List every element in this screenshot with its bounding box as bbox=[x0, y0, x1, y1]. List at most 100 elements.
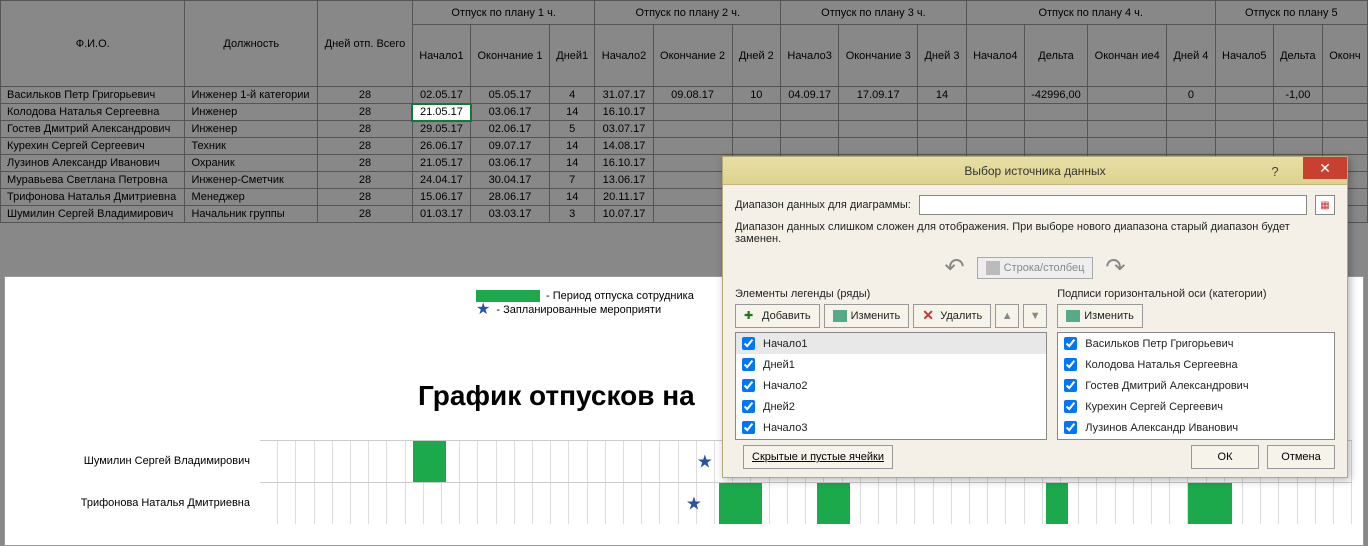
cell[interactable]: Менеджер bbox=[185, 189, 318, 206]
cell[interactable]: 09.07.17 bbox=[471, 138, 550, 155]
cell[interactable]: Шумилин Сергей Владимирович bbox=[1, 206, 185, 223]
cell[interactable]: 14.08.17 bbox=[595, 138, 653, 155]
move-down-button[interactable]: ▼ bbox=[1023, 304, 1047, 328]
cell[interactable]: 14 bbox=[549, 104, 594, 121]
cell[interactable]: 0 bbox=[1167, 87, 1216, 104]
cell[interactable] bbox=[1322, 104, 1367, 121]
cell[interactable]: 03.03.17 bbox=[471, 206, 550, 223]
range-selector-button[interactable]: ▦ bbox=[1315, 195, 1335, 215]
ok-button[interactable]: ОК bbox=[1191, 445, 1259, 469]
cell[interactable] bbox=[1088, 121, 1167, 138]
cell[interactable]: 14 bbox=[549, 155, 594, 172]
cell[interactable]: Трифонова Наталья Дмитриевна bbox=[1, 189, 185, 206]
cell[interactable] bbox=[1322, 138, 1367, 155]
cell[interactable]: Лузинов Александр Иванович bbox=[1, 155, 185, 172]
list-item-checkbox[interactable] bbox=[1064, 337, 1077, 350]
cell[interactable]: 24.04.17 bbox=[412, 172, 470, 189]
list-item-checkbox[interactable] bbox=[1064, 358, 1077, 371]
cell[interactable]: 01.03.17 bbox=[412, 206, 470, 223]
list-item[interactable]: Дней1 bbox=[736, 354, 1046, 375]
cell[interactable]: 17.09.17 bbox=[839, 87, 918, 104]
cell[interactable]: 05.05.17 bbox=[471, 87, 550, 104]
list-item-checkbox[interactable] bbox=[742, 400, 755, 413]
cell[interactable] bbox=[918, 121, 967, 138]
cell[interactable] bbox=[1273, 138, 1322, 155]
list-item[interactable]: Колодова Наталья Сергеевна bbox=[1058, 354, 1334, 375]
cell[interactable]: 09.08.17 bbox=[653, 87, 732, 104]
cell[interactable] bbox=[1215, 138, 1273, 155]
cell[interactable] bbox=[1215, 104, 1273, 121]
cell[interactable] bbox=[1167, 121, 1216, 138]
list-item-checkbox[interactable] bbox=[742, 421, 755, 434]
list-item[interactable]: Дней2 bbox=[736, 396, 1046, 417]
cell[interactable]: 28 bbox=[318, 121, 413, 138]
list-item-checkbox[interactable] bbox=[742, 358, 755, 371]
cell[interactable] bbox=[732, 121, 781, 138]
cell[interactable] bbox=[1273, 121, 1322, 138]
cell[interactable]: 16.10.17 bbox=[595, 155, 653, 172]
cell[interactable] bbox=[653, 155, 732, 172]
cell[interactable] bbox=[653, 172, 732, 189]
cell[interactable]: 02.06.17 bbox=[471, 121, 550, 138]
cell[interactable]: Васильков Петр Григорьевич bbox=[1, 87, 185, 104]
cell[interactable] bbox=[1088, 104, 1167, 121]
cell[interactable]: Курехин Сергей Сергеевич bbox=[1, 138, 185, 155]
cell[interactable]: 02.05.17 bbox=[412, 87, 470, 104]
cell[interactable] bbox=[781, 104, 839, 121]
cell[interactable] bbox=[839, 138, 918, 155]
cell[interactable]: 3 bbox=[549, 206, 594, 223]
list-item-checkbox[interactable] bbox=[1064, 400, 1077, 413]
cell[interactable]: Гостев Дмитрий Александрович bbox=[1, 121, 185, 138]
cell[interactable]: 03.06.17 bbox=[471, 104, 550, 121]
list-item[interactable]: Начало3 bbox=[736, 417, 1046, 438]
series-listbox[interactable]: Начало1Дней1Начало2Дней2Начало3 bbox=[735, 332, 1047, 440]
cell[interactable]: Инженер bbox=[185, 104, 318, 121]
cell[interactable]: 04.09.17 bbox=[781, 87, 839, 104]
cell[interactable]: Охраник bbox=[185, 155, 318, 172]
cell[interactable] bbox=[1024, 138, 1087, 155]
cell[interactable] bbox=[1215, 121, 1273, 138]
cell[interactable] bbox=[1215, 87, 1273, 104]
cell[interactable] bbox=[732, 138, 781, 155]
cell[interactable]: 14 bbox=[918, 87, 967, 104]
cell[interactable] bbox=[1167, 104, 1216, 121]
cell[interactable]: 03.06.17 bbox=[471, 155, 550, 172]
cell[interactable] bbox=[1088, 87, 1167, 104]
cell[interactable] bbox=[839, 104, 918, 121]
help-button[interactable]: ? bbox=[1253, 157, 1297, 185]
cell[interactable]: 5 bbox=[549, 121, 594, 138]
cell[interactable] bbox=[1322, 121, 1367, 138]
cell[interactable]: 29.05.17 bbox=[412, 121, 470, 138]
cell[interactable]: 28 bbox=[318, 104, 413, 121]
cell[interactable]: 20.11.17 bbox=[595, 189, 653, 206]
cell[interactable]: 14 bbox=[549, 189, 594, 206]
list-item[interactable]: Гостев Дмитрий Александрович bbox=[1058, 375, 1334, 396]
cell[interactable] bbox=[1024, 121, 1087, 138]
cell[interactable]: Инженер-Сметчик bbox=[185, 172, 318, 189]
cell[interactable]: 16.10.17 bbox=[595, 104, 653, 121]
edit-series-button[interactable]: Изменить bbox=[824, 304, 910, 328]
cell[interactable] bbox=[918, 104, 967, 121]
cell[interactable]: 31.07.17 bbox=[595, 87, 653, 104]
cell[interactable]: -42996,00 bbox=[1024, 87, 1087, 104]
range-input[interactable] bbox=[919, 195, 1307, 215]
cell[interactable]: 10 bbox=[732, 87, 781, 104]
cell[interactable] bbox=[781, 121, 839, 138]
add-series-button[interactable]: ✚Добавить bbox=[735, 304, 820, 328]
cell[interactable]: 28.06.17 bbox=[471, 189, 550, 206]
cell[interactable] bbox=[839, 121, 918, 138]
cell[interactable]: 13.06.17 bbox=[595, 172, 653, 189]
cell[interactable]: 28 bbox=[318, 155, 413, 172]
list-item[interactable]: Начало2 bbox=[736, 375, 1046, 396]
list-item[interactable]: Васильков Петр Григорьевич bbox=[1058, 333, 1334, 354]
cell[interactable]: 28 bbox=[318, 87, 413, 104]
cell[interactable]: 14 bbox=[549, 138, 594, 155]
cell[interactable]: Инженер 1-й категории bbox=[185, 87, 318, 104]
cell[interactable]: 7 bbox=[549, 172, 594, 189]
cell[interactable]: 4 bbox=[549, 87, 594, 104]
list-item-checkbox[interactable] bbox=[1064, 421, 1077, 434]
cell[interactable] bbox=[653, 104, 732, 121]
list-item-checkbox[interactable] bbox=[1064, 379, 1077, 392]
cell[interactable] bbox=[653, 121, 732, 138]
cell[interactable]: Инженер bbox=[185, 121, 318, 138]
